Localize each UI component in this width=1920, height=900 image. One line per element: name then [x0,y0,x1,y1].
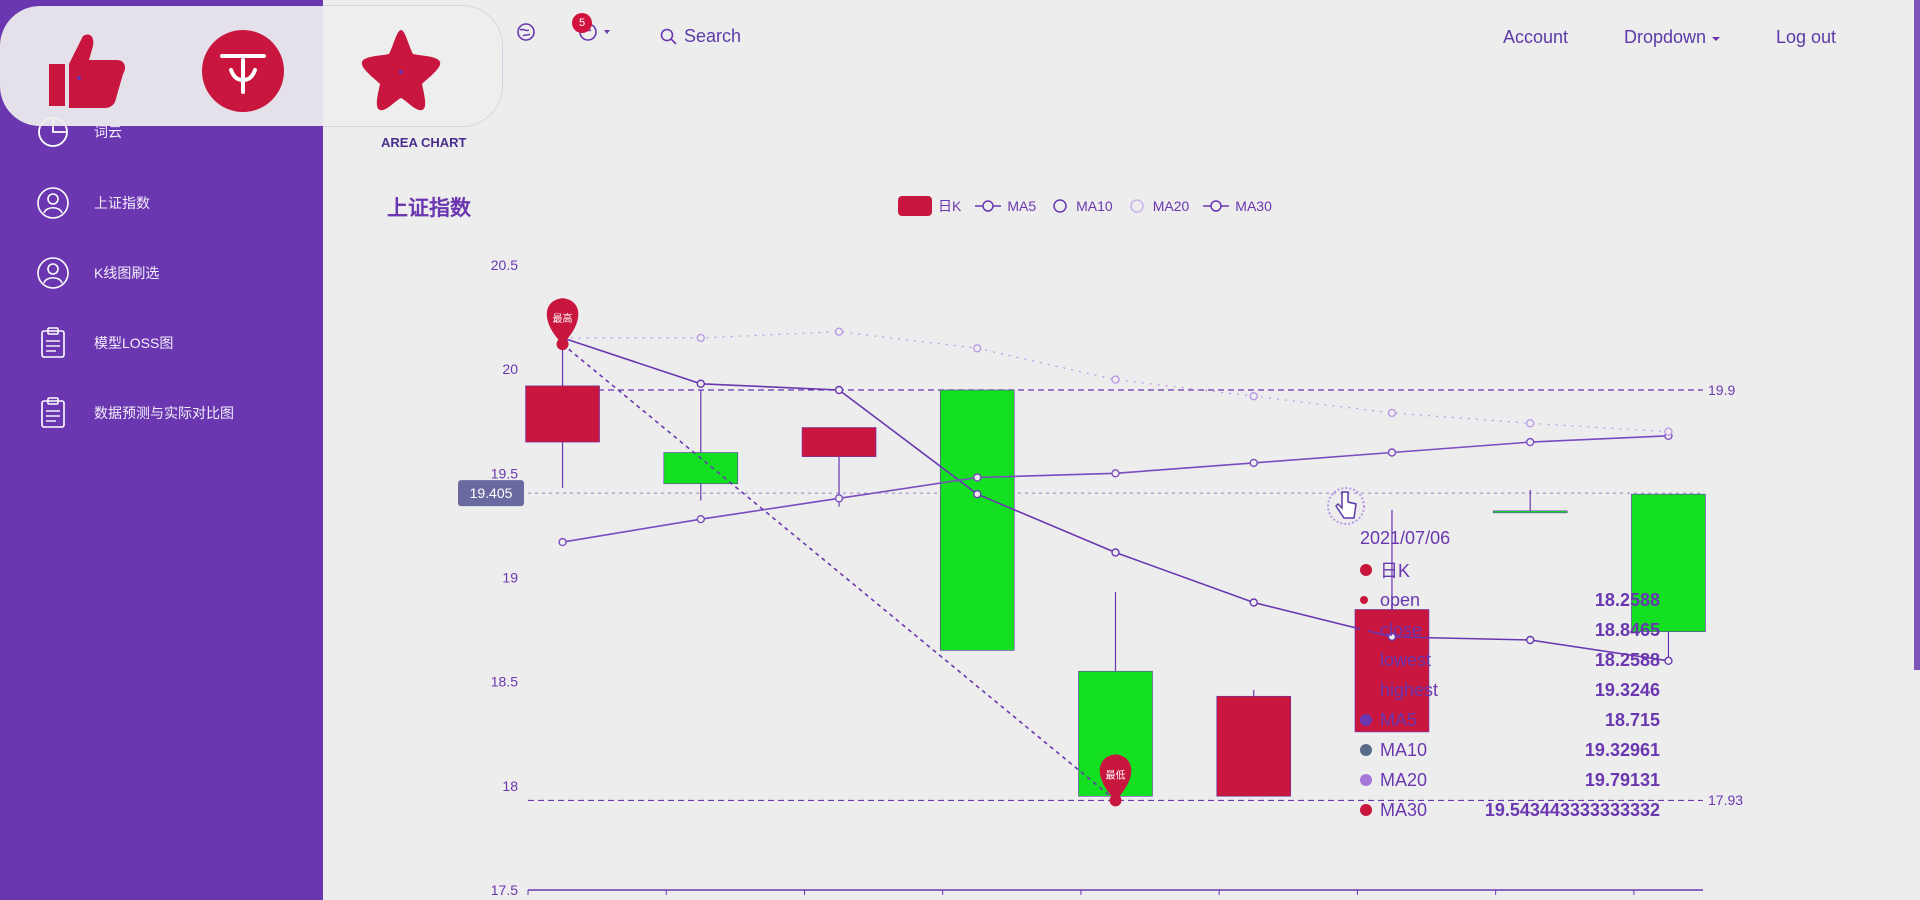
tooltip-row: MA10 19.32961 [1360,735,1660,765]
tooltip-row-value: 18.2588 [1594,589,1660,610]
tooltip-row-name: MA10 [1380,739,1428,760]
series-point [1111,548,1120,557]
tooltip-row: close 18.8465 [1360,615,1660,645]
y-tick-label: 18 [502,778,518,794]
candle-body [1216,695,1292,797]
series-point [696,379,705,388]
y-tick-label: 19 [502,570,518,586]
series-point [1664,427,1673,436]
tooltip-row-value: 18.2588 [1594,649,1660,670]
tooltip-date: 2021/07/06 [1360,528,1451,548]
tooltip-row: lowest 18.2588 [1360,645,1660,675]
tooltip-series: 日K [1360,555,1660,585]
series-point [696,333,705,343]
tooltip-row: highest 19.3246 [1360,675,1660,705]
series-point [973,344,982,353]
candle-body [801,427,877,457]
series-line [562,435,1669,543]
series-point [1526,419,1535,428]
series-dot [1360,564,1372,576]
markline-label: 17.93 [1708,792,1744,808]
tooltip-dot [1360,804,1372,816]
markpoint-label: 最低 [1106,768,1126,781]
tooltip-row-name: MA5 [1380,709,1418,730]
y-tick-label: 20.5 [491,257,518,273]
tooltip-row-name: close [1380,619,1423,640]
series-point [1111,469,1120,478]
series-point [1249,458,1258,468]
tooltip-row: MA5 18.715 [1360,705,1660,735]
tooltip-dot [1360,656,1368,664]
tooltip-dot [1360,744,1372,756]
y-tick-label: 17.5 [491,882,518,898]
tooltip-row-value: 19.79131 [1584,769,1660,790]
markpoint-dot [556,338,569,351]
series-point [834,327,844,336]
series-point [973,489,982,499]
tooltip-row-name: MA20 [1380,769,1428,790]
tooltip-dot [1360,714,1372,726]
series-point [834,385,844,395]
series-point [1387,408,1397,418]
series-point [1111,375,1120,384]
tooltip-series-label: 日K [1380,561,1411,581]
tooltip-row-name: highest [1380,679,1439,700]
series-point [973,473,982,482]
tooltip-dot [1360,596,1368,604]
markpoint-dot [1109,794,1122,807]
series-line [562,343,1117,802]
y-tick-label: 18.5 [491,674,518,690]
tooltip-row: MA30 19.543443333333332 [1360,795,1660,825]
series-point [1249,392,1258,401]
tooltip-row-value: 19.3246 [1594,679,1660,700]
candle-body [525,385,600,443]
candle-body [1492,510,1568,514]
tooltip-row-value: 19.543443333333332 [1484,799,1660,820]
markpoint-label: 最高 [553,312,573,325]
series-point [1664,656,1673,666]
tooltip-row-name: lowest [1380,649,1432,670]
series-point [1387,448,1397,457]
crosshair-label: 19.405 [470,485,513,501]
tooltip-row: MA20 19.79131 [1360,765,1660,795]
series-point [1249,598,1258,607]
tooltip-row-value: 18.8465 [1594,619,1660,640]
tooltip-row-name: MA30 [1380,799,1428,820]
tooltip-row: open 18.2588 [1360,585,1660,615]
candle-body [939,389,1015,651]
y-tick-label: 20 [502,361,518,377]
tooltip-row-name: open [1380,589,1421,610]
y-tick-label: 19.5 [491,465,518,481]
tooltip-row-value: 18.715 [1604,709,1660,730]
tooltip-dot [1360,774,1372,786]
tooltip-row-value: 19.32961 [1584,739,1660,760]
series-point [696,514,705,524]
series-point [558,537,567,547]
chart-tooltip: 2021/07/06 日K open 18.2588 close 18.8465 low… [1360,528,1660,825]
markline-label: 19.9 [1708,382,1736,398]
series-point [834,494,844,503]
series-point [1526,437,1535,447]
tooltip-dot [1360,686,1368,694]
tooltip-dot [1360,626,1368,634]
